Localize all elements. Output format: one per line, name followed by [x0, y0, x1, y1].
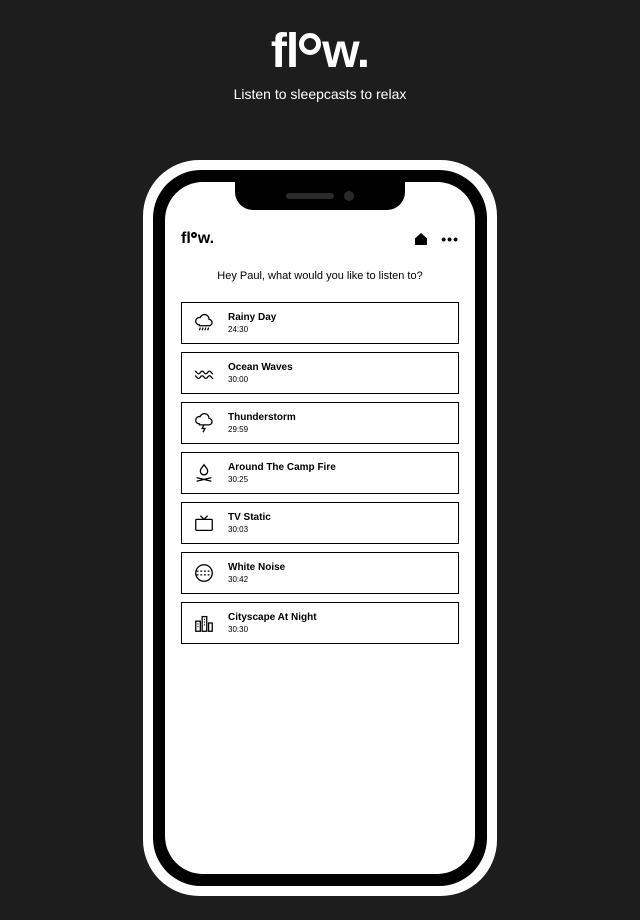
list-item[interactable]: Around The Camp Fire 30:25 [181, 452, 459, 494]
item-title: TV Static [228, 512, 271, 523]
greeting-text: Hey Paul, what would you like to listen … [181, 270, 459, 282]
item-duration: 30:00 [228, 375, 293, 384]
hero: fl w. Listen to sleepcasts to relax [0, 0, 640, 102]
hero-logo-o-icon [299, 33, 321, 55]
item-title: Around The Camp Fire [228, 462, 336, 473]
item-duration: 29:59 [228, 425, 296, 434]
item-title: Ocean Waves [228, 362, 293, 373]
city-icon [192, 611, 216, 635]
app-screen: fl w. ••• Hey Paul, what would you like … [165, 182, 475, 874]
app-header: fl w. ••• [181, 230, 459, 248]
item-title: Thunderstorm [228, 412, 296, 423]
item-title: Cityscape At Night [228, 612, 317, 623]
item-duration: 30:03 [228, 525, 271, 534]
list-item[interactable]: White Noise 30:42 [181, 552, 459, 594]
hero-logo: fl w. [271, 28, 369, 76]
item-title: White Noise [228, 562, 285, 573]
app-logo-post: w. [198, 230, 214, 248]
list-item[interactable]: Rainy Day 24:30 [181, 302, 459, 344]
hero-tagline: Listen to sleepcasts to relax [0, 86, 640, 102]
app-logo: fl w. [181, 230, 214, 248]
tv-icon [192, 511, 216, 535]
thunder-icon [192, 411, 216, 435]
waves-icon [192, 361, 216, 385]
hero-logo-pre: fl [271, 28, 298, 76]
more-icon[interactable]: ••• [441, 231, 459, 247]
list-item[interactable]: Thunderstorm 29:59 [181, 402, 459, 444]
white-noise-icon [192, 561, 216, 585]
hero-logo-post: w. [322, 28, 369, 76]
app-logo-pre: fl [181, 230, 191, 248]
home-icon[interactable] [413, 231, 429, 247]
cloud-rain-icon [192, 311, 216, 335]
item-title: Rainy Day [228, 312, 276, 323]
campfire-icon [192, 461, 216, 485]
app-logo-o-icon [191, 232, 197, 238]
item-duration: 30:42 [228, 575, 285, 584]
list-item[interactable]: Ocean Waves 30:00 [181, 352, 459, 394]
device-notch [235, 182, 405, 210]
list-item[interactable]: TV Static 30:03 [181, 502, 459, 544]
item-duration: 24:30 [228, 325, 276, 334]
phone-mockup: fl w. ••• Hey Paul, what would you like … [143, 160, 497, 896]
item-duration: 30:30 [228, 625, 317, 634]
item-duration: 30:25 [228, 475, 336, 484]
sleepcast-list: Rainy Day 24:30 [181, 302, 459, 644]
list-item[interactable]: Cityscape At Night 30:30 [181, 602, 459, 644]
